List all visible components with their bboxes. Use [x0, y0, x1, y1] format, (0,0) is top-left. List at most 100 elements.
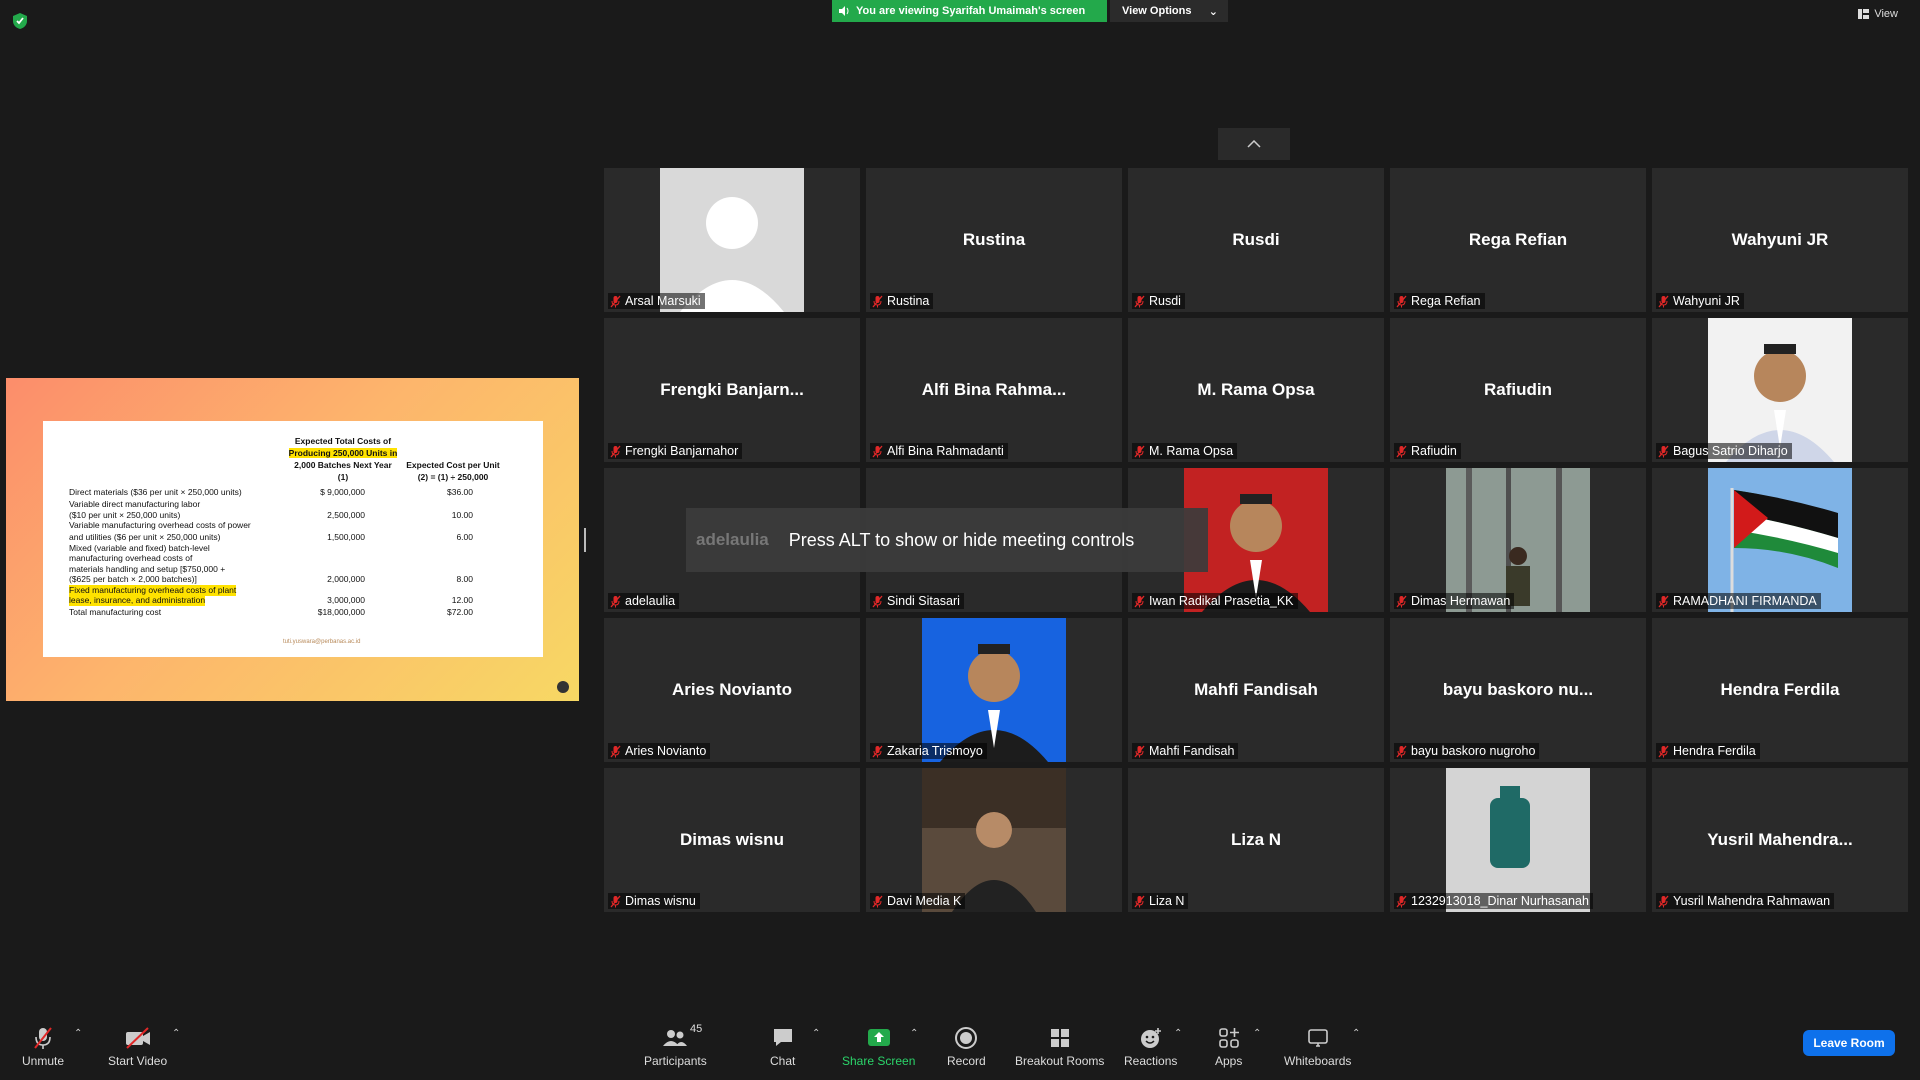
reactions-smiley-icon	[1140, 1028, 1161, 1048]
participant-tile[interactable]: Aries Novianto Aries Novianto	[604, 618, 860, 762]
muted-microphone-icon	[34, 1027, 52, 1049]
muted-mic-icon	[872, 595, 883, 607]
participant-name-tag: 1232913018_Dinar Nurhasanah	[1394, 893, 1593, 909]
participant-tile[interactable]: Bagus Satrio Diharjo	[1652, 318, 1908, 462]
participants-button[interactable]: 45 Participants	[644, 1023, 707, 1068]
slide-row-label: manufacturing overhead costs of	[69, 553, 193, 563]
participants-label: Participants	[644, 1054, 707, 1068]
scroll-up-button[interactable]	[1218, 128, 1290, 160]
participant-tile[interactable]: Liza N Liza N	[1128, 768, 1384, 912]
participant-tile[interactable]: Rafiudin Rafiudin	[1390, 318, 1646, 462]
participant-name-tag: Rusdi	[1132, 293, 1185, 309]
participant-name: Hendra Ferdila	[1673, 744, 1756, 758]
participant-display-name: Mahfi Fandisah	[1194, 680, 1318, 699]
participant-name: Liza N	[1149, 894, 1185, 908]
participant-tile[interactable]: Rusdi Rusdi	[1128, 168, 1384, 312]
slide-table: Expected Total Costs of Producing 250,00…	[43, 421, 543, 657]
audio-options-caret-icon[interactable]: ⌃	[74, 1028, 82, 1039]
leave-room-button[interactable]: Leave Room	[1803, 1030, 1895, 1056]
muted-mic-icon	[610, 745, 621, 757]
participant-tile[interactable]: Arsal Marsuki	[604, 168, 860, 312]
participant-tile[interactable]: bayu baskoro nu... bayu baskoro nugroho	[1390, 618, 1646, 762]
participant-name-tag: Yusril Mahendra Rahmawan	[1656, 893, 1835, 909]
viewing-screen-banner: You are viewing Syarifah Umaimah's scree…	[832, 0, 1107, 22]
chat-button[interactable]: Chat	[770, 1026, 795, 1068]
participant-video-thumbnail	[1446, 468, 1590, 612]
view-button[interactable]: View	[1858, 8, 1898, 20]
whiteboards-caret-icon[interactable]: ⌃	[1352, 1028, 1360, 1039]
unmute-button[interactable]: Unmute	[22, 1026, 64, 1068]
breakout-rooms-button[interactable]: Breakout Rooms	[1015, 1026, 1104, 1068]
header-line: Expected Total Costs of	[294, 436, 392, 446]
participant-tile[interactable]: Mahfi Fandisah Mahfi Fandisah	[1128, 618, 1384, 762]
reactions-caret-icon[interactable]: ⌃	[1174, 1028, 1182, 1039]
resize-handle[interactable]	[584, 528, 586, 552]
participant-tile[interactable]: Dimas Hermawan	[1390, 468, 1646, 612]
slide-unit-value: $36.00	[447, 487, 473, 497]
participant-name: Rusdi	[1149, 294, 1181, 308]
slide-logo-icon	[557, 681, 569, 693]
participant-name: Frengki Banjarnahor	[625, 444, 739, 458]
participant-display-name: Hendra Ferdila	[1720, 680, 1840, 699]
slide-total-value: $ 9,000,000	[320, 487, 365, 497]
participant-tile[interactable]: Hendra Ferdila Hendra Ferdila	[1652, 618, 1908, 762]
apps-button[interactable]: Apps	[1215, 1026, 1242, 1068]
share-options-caret-icon[interactable]: ⌃	[910, 1028, 918, 1039]
muted-mic-icon	[1658, 595, 1669, 607]
participant-display-name: Alfi Bina Rahma...	[921, 380, 1067, 399]
meeting-toolbar: Unmute ⌃ Start Video ⌃ 45 Participants C…	[0, 1018, 1920, 1080]
chevron-up-icon	[1247, 140, 1261, 148]
whiteboards-button[interactable]: Whiteboards	[1284, 1026, 1351, 1068]
chevron-down-icon: ⌄	[1208, 5, 1218, 18]
alt-hint-toast: adelaulia Press ALT to show or hide meet…	[686, 508, 1208, 572]
participant-name: Aries Novianto	[625, 744, 707, 758]
record-button[interactable]: Record	[947, 1026, 986, 1068]
share-screen-button[interactable]: Share Screen	[842, 1026, 915, 1068]
security-shield-icon[interactable]	[12, 12, 28, 30]
whiteboards-label: Whiteboards	[1284, 1054, 1352, 1068]
participant-tile[interactable]: RAMADHANI FIRMANDA	[1652, 468, 1908, 612]
slide-row-label: lease, insurance, and administration	[69, 595, 206, 606]
view-options-button[interactable]: View Options ⌄	[1110, 0, 1228, 22]
participant-name-tag: Frengki Banjarnahor	[608, 443, 743, 459]
participant-name: Davi Media K	[887, 894, 962, 908]
participant-name-tag: Aries Novianto	[608, 743, 711, 759]
slide-total-value: 1,500,000	[327, 532, 365, 542]
participant-tile[interactable]: M. Rama Opsa M. Rama Opsa	[1128, 318, 1384, 462]
participant-tile[interactable]: 1232913018_Dinar Nurhasanah	[1390, 768, 1646, 912]
slide-unit-value: 10.00	[451, 510, 473, 520]
video-options-caret-icon[interactable]: ⌃	[172, 1028, 180, 1039]
participant-tile[interactable]: Rega Refian Rega Refian	[1390, 168, 1646, 312]
participant-tile[interactable]: Alfi Bina Rahma... Alfi Bina Rahmadanti	[866, 318, 1122, 462]
slide-total-value: 2,500,000	[327, 510, 365, 520]
participant-name-tag: Arsal Marsuki	[608, 293, 705, 309]
muted-mic-icon	[610, 895, 621, 907]
participant-display-name: Rustina	[962, 230, 1026, 249]
participant-tile[interactable]: Zakaria Trismoyo	[866, 618, 1122, 762]
slide-total-value: 3,000,000	[327, 595, 365, 605]
participant-tile[interactable]: Rustina Rustina	[866, 168, 1122, 312]
participant-name-tag: Rustina	[870, 293, 934, 309]
whiteboard-icon	[1307, 1029, 1328, 1047]
participant-video-thumbnail	[1708, 468, 1852, 612]
header-line: Expected Cost per Unit	[406, 460, 500, 470]
participant-tile[interactable]: Wahyuni JR Wahyuni JR	[1652, 168, 1908, 312]
participant-tile[interactable]: Dimas wisnu Dimas wisnu	[604, 768, 860, 912]
participant-tile[interactable]: Davi Media K	[866, 768, 1122, 912]
start-video-button[interactable]: Start Video	[108, 1026, 167, 1068]
participant-video-thumbnail	[660, 168, 804, 312]
participant-tile[interactable]: Yusril Mahendra... Yusril Mahendra Rahmaw…	[1652, 768, 1908, 912]
shared-screen[interactable]: Expected Total Costs of Producing 250,00…	[6, 378, 579, 701]
chat-options-caret-icon[interactable]: ⌃	[812, 1028, 820, 1039]
apps-caret-icon[interactable]: ⌃	[1253, 1028, 1261, 1039]
slide-unit-value: 8.00	[456, 574, 473, 584]
slide-row-label: ($625 per batch × 2,000 batches)]	[69, 574, 197, 584]
participant-tile[interactable]: Frengki Banjarn... Frengki Banjarnahor	[604, 318, 860, 462]
reactions-button[interactable]: Reactions	[1124, 1026, 1177, 1068]
participant-display-name: Frengki Banjarn...	[660, 380, 804, 399]
muted-mic-icon	[1396, 445, 1407, 457]
muted-mic-icon	[1658, 895, 1669, 907]
participant-name: Iwan Radikal Prasetia_KK	[1149, 594, 1294, 608]
participant-name-tag: Sindi Sitasari	[870, 593, 964, 609]
participant-name: bayu baskoro nugroho	[1411, 744, 1536, 758]
